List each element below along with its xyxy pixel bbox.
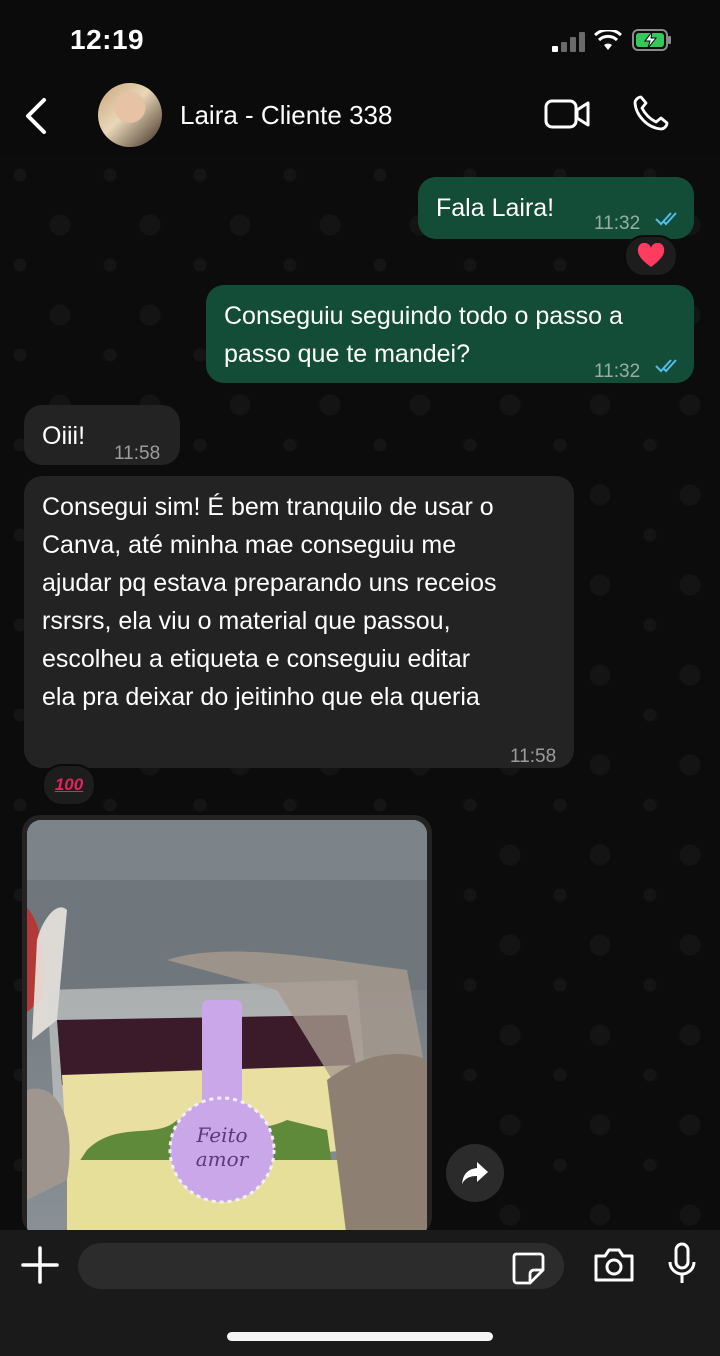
heart-icon	[637, 243, 665, 267]
message-time: 11:58	[114, 443, 161, 464]
message-line: rsrsrs, ela viu o material que passou,	[42, 607, 451, 635]
reaction-hundred[interactable]: 100	[42, 764, 96, 806]
message-text: Fala Laira!	[436, 194, 555, 222]
message-line: ela pra deixar do jeitinho que ela queri…	[42, 683, 480, 711]
message-bubble-incoming[interactable]: Consegui sim! É bem tranquilo de usar o …	[24, 476, 574, 768]
message-line: Consegui sim! É bem tranquilo de usar o	[42, 493, 494, 521]
sticker-icon[interactable]	[510, 1250, 546, 1286]
message-bubble-outgoing[interactable]: Conseguiu seguindo todo o passo a passo …	[206, 285, 694, 383]
contact-name[interactable]: Laira - Cliente 338	[180, 100, 392, 131]
home-indicator[interactable]	[227, 1332, 493, 1341]
back-chevron-icon[interactable]	[22, 96, 48, 136]
plus-icon[interactable]	[20, 1245, 60, 1285]
hundred-points-icon: 100	[54, 775, 84, 794]
read-ticks-icon	[655, 212, 677, 226]
camera-icon[interactable]	[592, 1246, 636, 1284]
label-text-line: Feito	[195, 1123, 247, 1147]
message-line: Conseguiu seguindo todo o passo a	[224, 302, 623, 330]
status-bar: 12:19	[0, 0, 720, 80]
label-text-line: amor	[196, 1147, 250, 1171]
message-image-incoming[interactable]: Feito amor	[22, 815, 432, 1235]
cellular-signal-icon	[552, 32, 585, 52]
message-bubble-incoming[interactable]: Oiii! 11:58	[24, 405, 180, 465]
status-time: 12:19	[70, 24, 145, 55]
message-line: escolheu a etiqueta e conseguiu editar	[42, 645, 471, 673]
message-line: ajudar pq estava preparando uns receios	[42, 569, 497, 597]
reaction-heart[interactable]	[624, 235, 678, 277]
read-ticks-icon	[655, 359, 677, 373]
message-text: Consegui sim! É bem tranquilo de usar o …	[42, 488, 496, 716]
message-text: Oiii!	[42, 422, 86, 450]
message-bubble-outgoing[interactable]: Fala Laira! 11:32	[418, 177, 694, 239]
wifi-icon	[594, 30, 622, 50]
forward-button[interactable]	[446, 1144, 504, 1202]
battery-charging-icon	[632, 29, 671, 51]
photo-illustration: Feito amor	[27, 820, 427, 1235]
contact-avatar[interactable]	[98, 83, 162, 147]
message-time: 11:32	[594, 361, 641, 382]
message-time: 11:58	[510, 746, 557, 767]
chat-header: Laira - Cliente 338	[0, 80, 720, 155]
message-input[interactable]	[78, 1243, 564, 1289]
video-call-icon[interactable]	[544, 98, 590, 130]
dessert-cup-photo[interactable]: Feito amor	[27, 820, 427, 1235]
forward-arrow-icon	[462, 1162, 488, 1184]
message-line: Canva, até minha mae conseguiu me	[42, 531, 457, 559]
message-text: Conseguiu seguindo todo o passo a passo …	[224, 297, 623, 373]
microphone-icon[interactable]	[666, 1242, 698, 1286]
voice-call-icon[interactable]	[632, 94, 670, 132]
message-line: passo que te mandei?	[224, 340, 471, 368]
